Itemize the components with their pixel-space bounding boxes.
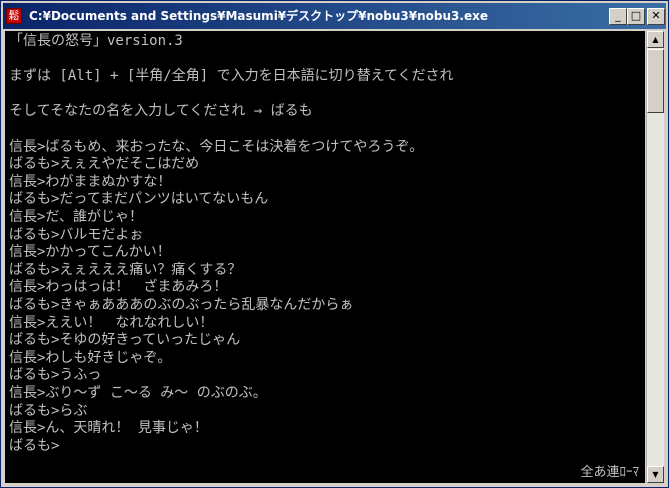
console-line: ばるも>バルモだよぉ <box>9 226 144 243</box>
console-line: 信長>ん、天晴れ！ 見事じゃ！ <box>9 420 208 437</box>
console-line: ばるも>えぇえやだそこはだめ <box>9 156 200 173</box>
minimize-button[interactable]: _ <box>609 8 627 25</box>
console-line: ばるも>うふっ <box>9 367 102 384</box>
console-line: 信長>わがままぬかすな！ <box>9 173 172 190</box>
console-line: まずは [Alt] + [半角/全角] で入力を日本語に切り替えてくだされ <box>9 68 454 85</box>
vertical-scrollbar[interactable]: ▲ ▼ <box>646 31 664 483</box>
console-line: 信長>ぶり～ず こ～る み～ のぶのぶ。 <box>9 385 267 401</box>
console-line: 信長>だ、誰がじゃ！ <box>9 209 144 225</box>
close-button[interactable]: ✕ <box>647 8 665 25</box>
console-line: 信長>ええい！ なれなれしい！ <box>9 314 214 331</box>
console-line: ばるも>きゃぁあああのぶのぶったら乱暴なんだからぁ <box>9 297 354 313</box>
console-line: ばるも> <box>9 437 60 454</box>
console-line: そしてそなたの名を入力してくだされ → ばるも <box>9 103 313 120</box>
ime-status: 全あ連ﾛｰﾏ <box>580 465 639 480</box>
console-output[interactable]: 全あ連ﾛｰﾏ 「信長の怒号」version.3 まずは [Alt] + [半角/全… <box>5 31 645 483</box>
maximize-button[interactable]: □ <box>627 8 645 25</box>
console-line: ばるも>えぇえええ痛い？痛くする？ <box>9 261 242 278</box>
scroll-up-button[interactable]: ▲ <box>647 31 664 48</box>
console-line: ばるも>らぶ <box>9 402 88 419</box>
title-bar[interactable]: 鬆 C:¥Documents and Settings¥Masumi¥デスクトッ… <box>3 3 666 29</box>
console-line: 信長>わっはっは！ ざまあみろ！ <box>9 279 228 296</box>
console-line: 信長>わしも好きじゃぞ。 <box>9 349 172 366</box>
scroll-thumb[interactable] <box>647 49 664 113</box>
console-window: 鬆 C:¥Documents and Settings¥Masumi¥デスクトッ… <box>0 0 669 488</box>
console-line: 信長>ばるもめ、来おったな、今日こそは決着をつけてやろうぞ。 <box>9 138 424 155</box>
app-icon[interactable]: 鬆 <box>6 8 22 24</box>
console-line: ばるも>だってまだパンツはいてないもん <box>9 191 269 208</box>
window-title: C:¥Documents and Settings¥Masumi¥デスクトップ¥… <box>29 9 488 23</box>
scroll-down-button[interactable]: ▼ <box>647 466 664 483</box>
console-line: 信長>かかってこんかい！ <box>9 244 171 261</box>
console-line: ばるも>そゆの好きっていったじゃん <box>9 332 241 349</box>
console-line: 「信長の怒号」version.3 <box>9 33 183 49</box>
